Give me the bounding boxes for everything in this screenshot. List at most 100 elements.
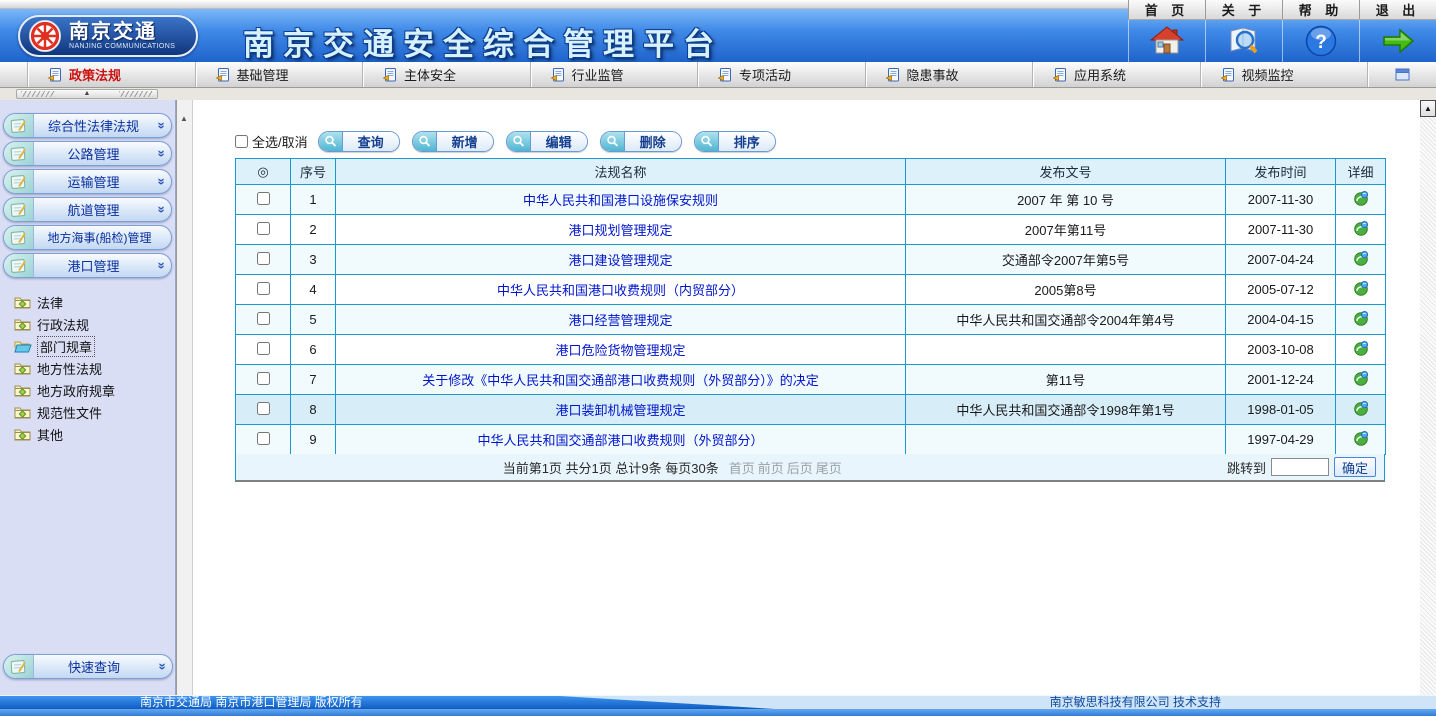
header-link[interactable]: 关 于 [1205, 0, 1282, 19]
toolbar-button[interactable]: 编辑 [506, 131, 588, 152]
detail-icon[interactable] [1353, 220, 1369, 236]
footer-tech-support: 南京敏思科技有限公司 技术支持 [1050, 696, 1221, 709]
folder-open-icon [14, 339, 32, 353]
row-checkbox[interactable] [257, 372, 270, 385]
about-icon[interactable] [1205, 20, 1282, 62]
detail-cell [1336, 245, 1386, 275]
row-checkbox[interactable] [257, 312, 270, 325]
row-checkbox[interactable] [257, 252, 270, 265]
tree-item[interactable]: 规范性文件 [14, 401, 175, 423]
select-all-checkbox[interactable] [235, 135, 248, 148]
exit-icon[interactable] [1359, 20, 1436, 62]
row-checkbox[interactable] [257, 402, 270, 415]
detail-icon[interactable] [1353, 400, 1369, 416]
nav-tab[interactable]: 视频监控 [1201, 62, 1369, 87]
pagination-link[interactable]: 首页 [729, 458, 755, 477]
sidebar-accordion-item[interactable]: 港口管理 » [3, 253, 172, 278]
notepad-icon [4, 114, 34, 137]
regulation-name-link[interactable]: 中华人民共和国港口收费规则（内贸部分） [497, 283, 744, 298]
regulation-name-cell: 港口危险货物管理规定 [336, 335, 906, 365]
accordion-label: 综合性法律法规 [34, 116, 153, 135]
nav-tab[interactable]: 主体安全 [363, 62, 531, 87]
vertical-scrollbar[interactable]: ▲ [1420, 100, 1436, 716]
regulation-name-link[interactable]: 中华人民共和国交通部港口收费规则（外贸部分） [477, 433, 763, 448]
nav-tab[interactable]: 行业监管 [531, 62, 699, 87]
regulation-name-link[interactable]: 港口危险货物管理规定 [555, 343, 685, 358]
pagination-link[interactable]: 尾页 [816, 458, 842, 477]
header-link[interactable]: 首 页 [1128, 0, 1205, 19]
tree-item[interactable]: 地方政府规章 [14, 379, 175, 401]
toolbar-button[interactable]: 排序 [694, 131, 776, 152]
detail-icon[interactable] [1353, 310, 1369, 326]
regulation-name-link[interactable]: 港口经营管理规定 [568, 313, 672, 328]
tree-item-label: 地方性法规 [37, 359, 102, 378]
help-icon[interactable]: ? [1282, 20, 1359, 62]
regulation-name-link[interactable]: 港口建设管理规定 [568, 253, 672, 268]
row-index: 3 [291, 245, 336, 275]
tree-item[interactable]: 地方性法规 [14, 357, 175, 379]
document-arrow-icon [550, 67, 565, 82]
detail-icon[interactable] [1353, 370, 1369, 386]
nav-tab[interactable]: 隐患事故 [866, 62, 1034, 87]
regulation-name-link[interactable]: 港口规划管理规定 [568, 223, 672, 238]
sidebar-accordion-item[interactable]: 公路管理 » [3, 141, 172, 166]
sidebar-splitter[interactable]: ▲ [176, 100, 193, 695]
toolbar-button[interactable]: 查询 [318, 131, 400, 152]
nav-tab[interactable]: 政策法规 [28, 62, 196, 87]
table-header-cell: 发布时间 [1226, 159, 1336, 185]
tree-item[interactable]: 法律 [14, 291, 175, 313]
document-arrow-icon [717, 67, 732, 82]
row-checkbox[interactable] [257, 282, 270, 295]
nav-tab[interactable]: 应用系统 [1033, 62, 1201, 87]
row-checkbox[interactable] [257, 192, 270, 205]
toolbar-button-label: 新增 [436, 132, 493, 151]
tree-item[interactable]: 行政法规 [14, 313, 175, 335]
hatch-decoration [119, 91, 153, 97]
publish-date: 2005-07-12 [1226, 275, 1336, 305]
folder-closed-icon [14, 427, 31, 441]
tree-item[interactable]: 其他 [14, 423, 175, 445]
regulation-name-cell: 中华人民共和国交通部港口收费规则（外贸部分） [336, 425, 906, 455]
pagination-link[interactable]: 前页 [758, 458, 784, 477]
tabbar-spacer [0, 62, 28, 87]
folder-closed-icon [14, 295, 31, 309]
tree-item-label: 法律 [37, 293, 63, 312]
detail-icon[interactable] [1353, 340, 1369, 356]
header-link[interactable]: 退 出 [1359, 0, 1436, 19]
row-checkbox[interactable] [257, 342, 270, 355]
sidebar-collapse-handle[interactable]: ▲ [16, 89, 158, 99]
publish-date: 2004-04-15 [1226, 305, 1336, 335]
regulation-name-link[interactable]: 关于修改《中华人民共和国交通部港口收费规则（外贸部分）》的决定 [422, 373, 819, 388]
sidebar-accordion-quick-search[interactable]: 快速查询 » [3, 654, 173, 679]
tree-item[interactable]: 部门规章 [14, 335, 175, 357]
scrollbar-up-arrow-icon[interactable]: ▲ [1420, 100, 1436, 117]
jump-page-input[interactable] [1271, 458, 1329, 476]
pagination-link[interactable]: 后页 [787, 458, 813, 477]
toolbar-button[interactable]: 删除 [600, 131, 682, 152]
sidebar-accordion-item[interactable]: 综合性法律法规 » [3, 113, 172, 138]
nav-tab[interactable]: 基础管理 [196, 62, 364, 87]
document-arrow-icon [1220, 67, 1235, 82]
window-layout-icon[interactable] [1368, 62, 1436, 87]
detail-icon[interactable] [1353, 190, 1369, 206]
detail-icon[interactable] [1353, 250, 1369, 266]
sidebar-accordion-item[interactable]: 运输管理 » [3, 169, 172, 194]
detail-icon[interactable] [1353, 430, 1369, 446]
row-checkbox[interactable] [257, 222, 270, 235]
row-checkbox-cell [236, 275, 291, 305]
org-logo: 南京交通 NANJING COMMUNICATIONS [18, 15, 198, 57]
regulation-name-link[interactable]: 港口装卸机械管理规定 [555, 403, 685, 418]
detail-icon[interactable] [1353, 280, 1369, 296]
header-link[interactable]: 帮 助 [1282, 0, 1359, 19]
regulation-name-link[interactable]: 中华人民共和国港口设施保安规则 [523, 193, 718, 208]
home-icon[interactable] [1128, 20, 1205, 62]
row-checkbox[interactable] [257, 432, 270, 445]
publish-date: 2007-04-24 [1226, 245, 1336, 275]
sidebar-accordion-item[interactable]: 地方海事(船检)管理 » [3, 225, 172, 250]
accordion-label: 港口管理 [34, 256, 153, 275]
toolbar-button[interactable]: 新增 [412, 131, 494, 152]
sidebar-accordion-item[interactable]: 航道管理 » [3, 197, 172, 222]
confirm-button[interactable]: 确定 [1334, 457, 1376, 477]
nav-tab[interactable]: 专项活动 [698, 62, 866, 87]
doc-number [906, 335, 1226, 365]
